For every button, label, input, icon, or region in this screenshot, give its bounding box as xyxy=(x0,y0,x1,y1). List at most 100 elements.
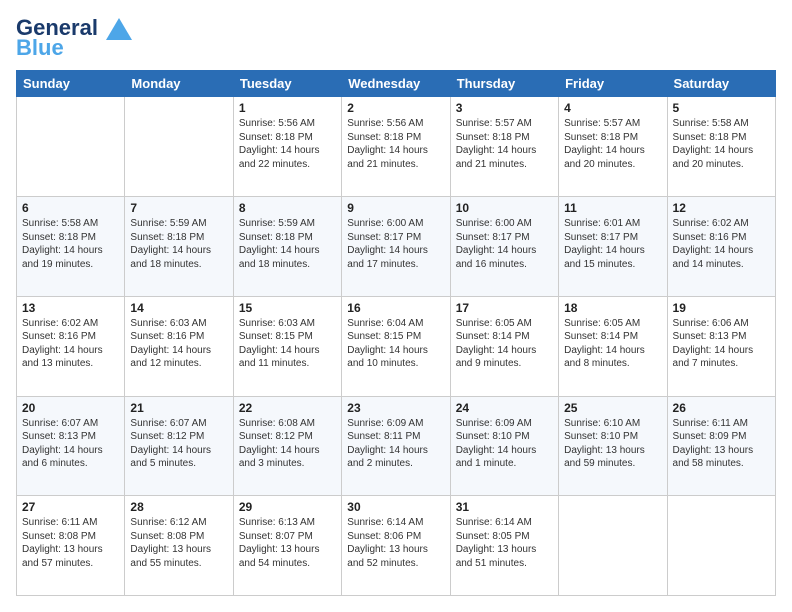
day-number: 7 xyxy=(130,201,227,215)
cell-content: Sunrise: 5:56 AM Sunset: 8:18 PM Dayligh… xyxy=(347,117,444,171)
cell-content: Sunrise: 6:00 AM Sunset: 8:17 PM Dayligh… xyxy=(456,217,553,271)
day-number: 19 xyxy=(673,301,770,315)
day-number: 13 xyxy=(22,301,119,315)
day-number: 17 xyxy=(456,301,553,315)
day-number: 8 xyxy=(239,201,336,215)
day-number: 28 xyxy=(130,500,227,514)
cell-content: Sunrise: 6:11 AM Sunset: 8:09 PM Dayligh… xyxy=(673,417,770,471)
cell-content: Sunrise: 6:01 AM Sunset: 8:17 PM Dayligh… xyxy=(564,217,661,271)
cell-content: Sunrise: 6:03 AM Sunset: 8:16 PM Dayligh… xyxy=(130,317,227,371)
calendar-cell xyxy=(667,496,775,596)
calendar-cell: 30 Sunrise: 6:14 AM Sunset: 8:06 PM Dayli… xyxy=(342,496,450,596)
cell-content: Sunrise: 6:02 AM Sunset: 8:16 PM Dayligh… xyxy=(673,217,770,271)
day-number: 22 xyxy=(239,401,336,415)
calendar-cell: 11 Sunrise: 6:01 AM Sunset: 8:17 PM Dayli… xyxy=(559,197,667,297)
day-number: 20 xyxy=(22,401,119,415)
calendar-header-row: SundayMondayTuesdayWednesdayThursdayFrid… xyxy=(17,71,776,97)
day-number: 23 xyxy=(347,401,444,415)
calendar-cell: 19 Sunrise: 6:06 AM Sunset: 8:13 PM Dayli… xyxy=(667,296,775,396)
calendar-cell: 24 Sunrise: 6:09 AM Sunset: 8:10 PM Dayli… xyxy=(450,396,558,496)
day-number: 26 xyxy=(673,401,770,415)
cell-content: Sunrise: 5:59 AM Sunset: 8:18 PM Dayligh… xyxy=(130,217,227,271)
calendar-cell xyxy=(17,97,125,197)
cell-content: Sunrise: 6:06 AM Sunset: 8:13 PM Dayligh… xyxy=(673,317,770,371)
day-number: 11 xyxy=(564,201,661,215)
calendar-cell: 3Sunrise: 5:57 AM Sunset: 8:18 PM Daylig… xyxy=(450,97,558,197)
cell-content: Sunrise: 5:58 AM Sunset: 8:18 PM Dayligh… xyxy=(673,117,770,171)
day-number: 29 xyxy=(239,500,336,514)
day-number: 27 xyxy=(22,500,119,514)
day-number: 6 xyxy=(22,201,119,215)
calendar-cell xyxy=(559,496,667,596)
cell-content: Sunrise: 6:07 AM Sunset: 8:13 PM Dayligh… xyxy=(22,417,119,471)
calendar-cell: 18 Sunrise: 6:05 AM Sunset: 8:14 PM Dayli… xyxy=(559,296,667,396)
calendar-week-3: 13Sunrise: 6:02 AM Sunset: 8:16 PM Dayli… xyxy=(17,296,776,396)
day-number: 5 xyxy=(673,101,770,115)
calendar-header-monday: Monday xyxy=(125,71,233,97)
cell-content: Sunrise: 5:58 AM Sunset: 8:18 PM Dayligh… xyxy=(22,217,119,271)
calendar-week-1: 1 Sunrise: 5:56 AM Sunset: 8:18 PM Daylig… xyxy=(17,97,776,197)
cell-content: Sunrise: 6:07 AM Sunset: 8:12 PM Dayligh… xyxy=(130,417,227,471)
calendar-cell: 12 Sunrise: 6:02 AM Sunset: 8:16 PM Dayli… xyxy=(667,197,775,297)
day-number: 14 xyxy=(130,301,227,315)
calendar-cell: 29 Sunrise: 6:13 AM Sunset: 8:07 PM Dayli… xyxy=(233,496,341,596)
calendar-cell: 28Sunrise: 6:12 AM Sunset: 8:08 PM Dayli… xyxy=(125,496,233,596)
cell-content: Sunrise: 5:57 AM Sunset: 8:18 PM Dayligh… xyxy=(564,117,661,171)
calendar-header-saturday: Saturday xyxy=(667,71,775,97)
calendar-cell: 25 Sunrise: 6:10 AM Sunset: 8:10 PM Dayli… xyxy=(559,396,667,496)
calendar-week-4: 20 Sunrise: 6:07 AM Sunset: 8:13 PM Dayli… xyxy=(17,396,776,496)
page: General Blue SundayMondayTuesdayWednesda… xyxy=(0,0,792,612)
logo: General Blue xyxy=(16,16,132,60)
calendar-cell: 8 Sunrise: 5:59 AM Sunset: 8:18 PM Daylig… xyxy=(233,197,341,297)
cell-content: Sunrise: 6:14 AM Sunset: 8:06 PM Dayligh… xyxy=(347,516,444,570)
calendar-cell: 23Sunrise: 6:09 AM Sunset: 8:11 PM Dayli… xyxy=(342,396,450,496)
day-number: 21 xyxy=(130,401,227,415)
cell-content: Sunrise: 6:04 AM Sunset: 8:15 PM Dayligh… xyxy=(347,317,444,371)
calendar-header-tuesday: Tuesday xyxy=(233,71,341,97)
cell-content: Sunrise: 5:59 AM Sunset: 8:18 PM Dayligh… xyxy=(239,217,336,271)
calendar-header-sunday: Sunday xyxy=(17,71,125,97)
day-number: 30 xyxy=(347,500,444,514)
calendar-cell: 9Sunrise: 6:00 AM Sunset: 8:17 PM Daylig… xyxy=(342,197,450,297)
calendar-cell: 21 Sunrise: 6:07 AM Sunset: 8:12 PM Dayli… xyxy=(125,396,233,496)
calendar-cell: 15Sunrise: 6:03 AM Sunset: 8:15 PM Dayli… xyxy=(233,296,341,396)
cell-content: Sunrise: 6:09 AM Sunset: 8:10 PM Dayligh… xyxy=(456,417,553,471)
calendar-cell: 10 Sunrise: 6:00 AM Sunset: 8:17 PM Dayli… xyxy=(450,197,558,297)
calendar-cell: 7 Sunrise: 5:59 AM Sunset: 8:18 PM Daylig… xyxy=(125,197,233,297)
calendar-week-5: 27 Sunrise: 6:11 AM Sunset: 8:08 PM Dayli… xyxy=(17,496,776,596)
calendar-cell: 13Sunrise: 6:02 AM Sunset: 8:16 PM Dayli… xyxy=(17,296,125,396)
calendar-cell: 4 Sunrise: 5:57 AM Sunset: 8:18 PM Daylig… xyxy=(559,97,667,197)
calendar-cell: 1 Sunrise: 5:56 AM Sunset: 8:18 PM Daylig… xyxy=(233,97,341,197)
cell-content: Sunrise: 6:00 AM Sunset: 8:17 PM Dayligh… xyxy=(347,217,444,271)
day-number: 1 xyxy=(239,101,336,115)
day-number: 25 xyxy=(564,401,661,415)
cell-content: Sunrise: 6:11 AM Sunset: 8:08 PM Dayligh… xyxy=(22,516,119,570)
day-number: 18 xyxy=(564,301,661,315)
calendar-week-2: 6 Sunrise: 5:58 AM Sunset: 8:18 PM Daylig… xyxy=(17,197,776,297)
cell-content: Sunrise: 6:14 AM Sunset: 8:05 PM Dayligh… xyxy=(456,516,553,570)
day-number: 12 xyxy=(673,201,770,215)
calendar-cell: 2 Sunrise: 5:56 AM Sunset: 8:18 PM Daylig… xyxy=(342,97,450,197)
calendar-cell: 20 Sunrise: 6:07 AM Sunset: 8:13 PM Dayli… xyxy=(17,396,125,496)
cell-content: Sunrise: 6:10 AM Sunset: 8:10 PM Dayligh… xyxy=(564,417,661,471)
day-number: 31 xyxy=(456,500,553,514)
cell-content: Sunrise: 6:05 AM Sunset: 8:14 PM Dayligh… xyxy=(564,317,661,371)
day-number: 24 xyxy=(456,401,553,415)
cell-content: Sunrise: 6:13 AM Sunset: 8:07 PM Dayligh… xyxy=(239,516,336,570)
logo-icon xyxy=(106,18,132,40)
calendar-cell: 22 Sunrise: 6:08 AM Sunset: 8:12 PM Dayli… xyxy=(233,396,341,496)
day-number: 4 xyxy=(564,101,661,115)
calendar-cell: 17Sunrise: 6:05 AM Sunset: 8:14 PM Dayli… xyxy=(450,296,558,396)
calendar-cell: 16Sunrise: 6:04 AM Sunset: 8:15 PM Dayli… xyxy=(342,296,450,396)
calendar-cell: 27 Sunrise: 6:11 AM Sunset: 8:08 PM Dayli… xyxy=(17,496,125,596)
cell-content: Sunrise: 5:56 AM Sunset: 8:18 PM Dayligh… xyxy=(239,117,336,171)
day-number: 15 xyxy=(239,301,336,315)
header: General Blue xyxy=(16,16,776,60)
cell-content: Sunrise: 6:08 AM Sunset: 8:12 PM Dayligh… xyxy=(239,417,336,471)
day-number: 3 xyxy=(456,101,553,115)
calendar-header-thursday: Thursday xyxy=(450,71,558,97)
day-number: 2 xyxy=(347,101,444,115)
calendar-cell: 26 Sunrise: 6:11 AM Sunset: 8:09 PM Dayli… xyxy=(667,396,775,496)
calendar-header-friday: Friday xyxy=(559,71,667,97)
day-number: 10 xyxy=(456,201,553,215)
